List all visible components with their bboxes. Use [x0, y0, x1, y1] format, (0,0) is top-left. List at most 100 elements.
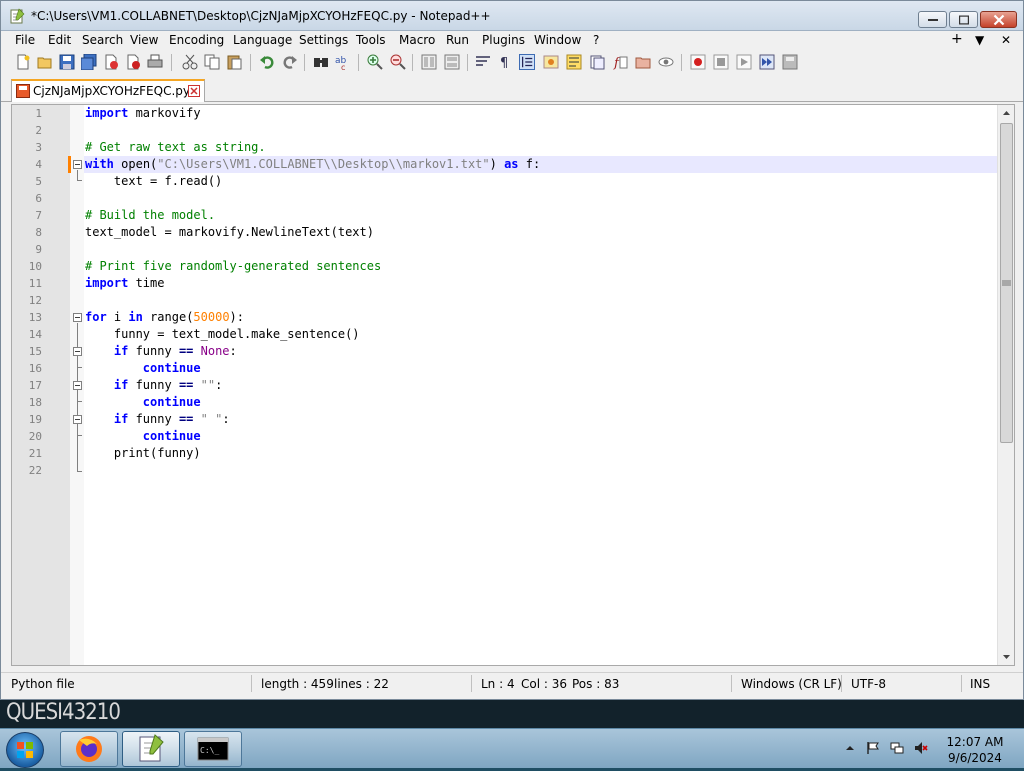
function-list-icon[interactable]: f — [612, 54, 628, 70]
code-line[interactable]: 8 text_model = markovify.NewlineText(text… — [12, 224, 1012, 241]
close-all-icon[interactable] — [125, 54, 141, 70]
save-icon[interactable] — [59, 54, 75, 70]
code-line[interactable]: 7 # Build the model. — [12, 207, 1012, 224]
folder-workspace-icon[interactable] — [635, 54, 651, 70]
title-bar[interactable]: *C:\Users\VM1.COLLABNET\Desktop\CjzNJaMj… — [1, 1, 1023, 31]
undo-icon[interactable] — [259, 54, 275, 70]
sync-horizontal-icon[interactable] — [444, 54, 460, 70]
scrollbar-thumb[interactable] — [1000, 123, 1013, 443]
find-icon[interactable] — [313, 54, 329, 70]
run-macro-multiple-icon[interactable] — [759, 54, 775, 70]
record-macro-icon[interactable] — [690, 54, 706, 70]
replace-icon[interactable]: abc — [335, 54, 351, 70]
code-line[interactable]: 12 — [12, 292, 1012, 309]
volume-muted-icon[interactable] — [914, 741, 928, 755]
status-encoding[interactable]: UTF-8 — [851, 677, 886, 691]
code-line[interactable]: 4 with open("C:\Users\VM1.COLLABNET\\Desk… — [12, 156, 1012, 173]
menu-macro[interactable]: Macro — [399, 33, 435, 47]
code-line[interactable]: 18 continue — [12, 394, 1012, 411]
taskbar-cmd[interactable]: C:\_ — [184, 731, 242, 767]
menu-file[interactable]: File — [15, 33, 35, 47]
open-file-icon[interactable] — [37, 54, 53, 70]
doc-map-icon[interactable] — [566, 54, 582, 70]
code-line[interactable]: 9 — [12, 241, 1012, 258]
menu-help[interactable]: ? — [593, 33, 599, 47]
vertical-scrollbar[interactable] — [997, 105, 1014, 665]
minimize-button[interactable] — [918, 11, 947, 28]
code-line[interactable]: 1 import markovify — [12, 105, 1012, 122]
network-icon[interactable] — [890, 741, 904, 755]
code-line[interactable]: 2 — [12, 122, 1012, 139]
close-file-icon[interactable] — [103, 54, 119, 70]
code-line[interactable]: 5 text = f.read() — [12, 173, 1012, 190]
maximize-button[interactable] — [949, 11, 978, 28]
monitoring-eye-icon[interactable] — [658, 54, 674, 70]
code-line[interactable]: 13 for i in range(50000): — [12, 309, 1012, 326]
indent-guide-icon[interactable] — [519, 54, 535, 70]
code-line[interactable]: 14 funny = text_model.make_sentence() — [12, 326, 1012, 343]
redo-icon[interactable] — [282, 54, 298, 70]
line-number: 12 — [28, 294, 42, 307]
taskbar-firefox[interactable] — [60, 731, 118, 767]
code-text: # Get raw text as string. — [85, 140, 266, 154]
taskbar-notepadpp[interactable] — [122, 731, 180, 767]
scroll-down-arrow-icon[interactable] — [1001, 651, 1012, 662]
code-line[interactable]: 17 if funny == "": — [12, 377, 1012, 394]
code-line[interactable]: 6 — [12, 190, 1012, 207]
code-editor[interactable]: 1 import markovify 2 3 # Get raw text as str… — [11, 104, 1015, 666]
code-line[interactable]: 19 if funny == " ": — [12, 411, 1012, 428]
copy-icon[interactable] — [204, 54, 220, 70]
menu-settings[interactable]: Settings — [299, 33, 348, 47]
zoom-in-icon[interactable] — [367, 54, 383, 70]
minimize-icon — [927, 18, 938, 21]
code-line[interactable]: 22 — [12, 462, 1012, 479]
menu-search[interactable]: Search — [82, 33, 123, 47]
code-line[interactable]: 11 import time — [12, 275, 1012, 292]
show-all-characters-icon[interactable]: ¶ — [497, 54, 513, 70]
code-line[interactable]: 21 print(funny) — [12, 445, 1012, 462]
status-insert-mode[interactable]: INS — [970, 677, 990, 691]
menu-window[interactable]: Window — [534, 33, 581, 47]
tab-list-dropdown-button[interactable]: ▼ — [975, 33, 984, 47]
play-macro-icon[interactable] — [736, 54, 752, 70]
menu-plugins[interactable]: Plugins — [482, 33, 525, 47]
udl-icon[interactable] — [543, 54, 559, 70]
start-button[interactable] — [6, 732, 44, 768]
sync-vertical-icon[interactable] — [421, 54, 437, 70]
close-button[interactable] — [980, 11, 1017, 28]
show-hidden-icons-icon[interactable] — [843, 741, 857, 755]
save-macro-icon[interactable] — [782, 54, 798, 70]
zoom-out-icon[interactable] — [390, 54, 406, 70]
menu-run[interactable]: Run — [446, 33, 469, 47]
menu-view[interactable]: View — [130, 33, 158, 47]
svg-text:c: c — [341, 63, 345, 70]
svg-text:¶: ¶ — [500, 56, 508, 70]
code-line[interactable]: 10 # Print five randomly-generated senten… — [12, 258, 1012, 275]
cut-icon[interactable] — [182, 54, 198, 70]
menu-encoding[interactable]: Encoding — [169, 33, 224, 47]
save-all-icon[interactable] — [81, 54, 97, 70]
menu-language[interactable]: Language — [233, 33, 292, 47]
action-center-flag-icon[interactable] — [866, 741, 880, 755]
clock-time[interactable]: 12:07 AM — [940, 735, 1010, 749]
print-icon[interactable] — [147, 54, 163, 70]
close-document-button[interactable]: ✕ — [1001, 33, 1011, 47]
restore-icon — [958, 15, 969, 24]
code-line[interactable]: 20 continue — [12, 428, 1012, 445]
paste-icon[interactable] — [226, 54, 242, 70]
tab-active-file[interactable]: CjzNJaMjpXCYOHzFEQC.py — [11, 79, 205, 102]
new-tab-plus-button[interactable]: + — [951, 31, 963, 47]
code-line[interactable]: 3 # Get raw text as string. — [12, 139, 1012, 156]
status-eol-format[interactable]: Windows (CR LF) — [741, 677, 842, 691]
scroll-up-arrow-icon[interactable] — [1001, 108, 1012, 119]
stop-macro-icon[interactable] — [713, 54, 729, 70]
tab-close-icon[interactable] — [188, 85, 200, 97]
code-line[interactable]: 15 if funny == None: — [12, 343, 1012, 360]
new-file-icon[interactable] — [15, 54, 31, 70]
code-line[interactable]: 16 continue — [12, 360, 1012, 377]
word-wrap-icon[interactable] — [475, 54, 491, 70]
clock-date[interactable]: 9/6/2024 — [940, 751, 1010, 765]
menu-tools[interactable]: Tools — [356, 33, 386, 47]
menu-edit[interactable]: Edit — [48, 33, 71, 47]
doc-list-icon[interactable] — [589, 54, 605, 70]
